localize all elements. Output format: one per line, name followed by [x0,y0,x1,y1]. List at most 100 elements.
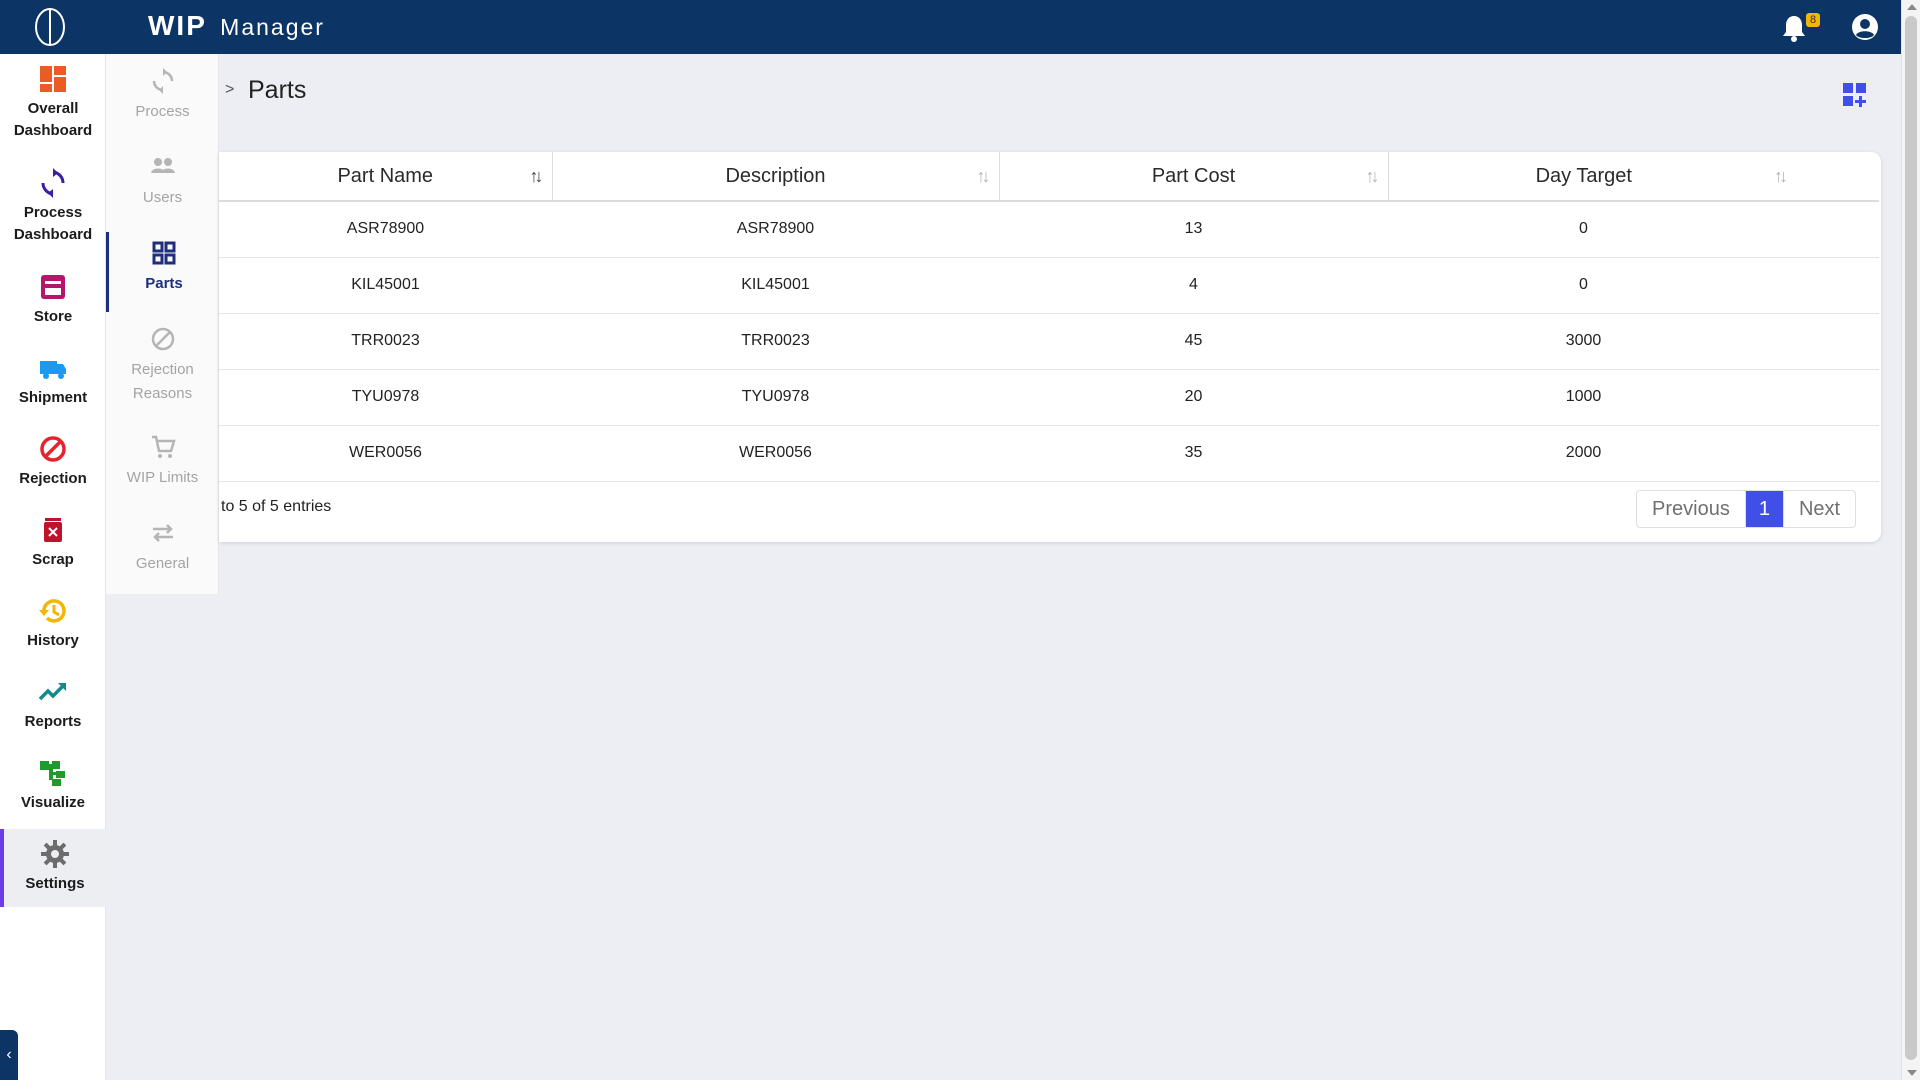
sidebar-item-visualize[interactable]: Visualize [0,758,106,814]
cell-part-cost: 35 [999,425,1388,482]
cell-description: TRR0023 [552,313,999,370]
sidebar-item-overall-dashboard[interactable]: Overall Dashboard [0,64,106,142]
sidebar-item-label: History [27,632,79,649]
column-header-description[interactable]: Description ↑↓ [552,152,1000,202]
sidebar-item-store[interactable]: Store [0,272,106,328]
scroll-up-arrow-icon[interactable] [1907,4,1917,10]
vertical-scrollbar[interactable] [1901,0,1920,1080]
block-icon [40,436,66,462]
column-header-part-name[interactable]: Part Name ↑↓ [219,152,553,202]
submenu-item-general[interactable]: General [106,520,219,576]
top-bar: WIP Manager 8 [0,0,1901,54]
tree-icon [40,761,65,786]
table-row[interactable]: TRR0023 TRR0023 45 3000 [219,313,1879,370]
page-title: Parts [248,76,307,104]
sort-icon[interactable]: ↑↓ [1366,166,1380,187]
sidebar-item-label: Visualize [21,794,85,811]
sidebar-item-history[interactable]: History [0,596,106,652]
main-sidebar: Overall Dashboard Process Dashboard Store … [0,54,106,1080]
store-icon [41,275,65,299]
sync-icon [152,68,173,94]
scrollbar-thumb[interactable] [1905,16,1917,1060]
user-account-icon[interactable] [1851,13,1879,41]
column-header-label: Part Name [337,164,434,187]
grid-icon [152,241,176,265]
submenu-item-wip-limits[interactable]: WIP Limits [106,434,219,490]
cell-day-target: 0 [1388,201,1879,258]
table-row[interactable]: WER0056 WER0056 35 2000 [219,425,1879,482]
cell-day-target: 1000 [1388,369,1879,426]
column-header-label: Part Cost [1151,164,1236,187]
cell-part-name: KIL45001 [219,257,552,314]
parts-table-card: Part Name ↑↓ Description ↑↓ Part Cost ↑↓… [219,152,1881,542]
add-part-icon[interactable] [1842,82,1868,108]
column-header-part-cost[interactable]: Part Cost ↑↓ [999,152,1389,202]
submenu-item-label: Parts [145,275,183,292]
sidebar-item-label: Overall Dashboard [13,100,93,139]
gear-icon [41,840,69,868]
table-row[interactable]: TYU0978 TYU0978 20 1000 [219,369,1879,426]
table-row[interactable]: ASR78900 ASR78900 13 0 [219,201,1879,258]
sidebar-item-settings[interactable]: Settings [0,829,106,907]
submenu-item-users[interactable]: Users [106,154,219,210]
sort-icon[interactable]: ↑↓ [1774,166,1788,187]
cell-part-cost: 45 [999,313,1388,370]
column-header-label: Description [725,164,826,187]
cell-day-target: 3000 [1388,313,1879,370]
submenu-item-label: Process [135,103,190,120]
cell-day-target: 0 [1388,257,1879,314]
cell-description: ASR78900 [552,201,999,258]
app-title-main: WIP [148,10,207,41]
submenu-item-label: Rejection Reasons [131,361,194,402]
block-icon [151,327,174,351]
dashboard-icon [40,66,66,92]
sort-icon[interactable]: ↑↓ [530,166,544,187]
cell-part-name: WER0056 [219,425,552,482]
sidebar-item-rejection[interactable]: Rejection [0,434,106,490]
sidebar-item-label: Rejection [19,470,87,487]
app-title: WIP Manager [148,10,325,42]
submenu-item-parts[interactable]: Parts [106,232,219,312]
sync-icon [41,168,65,198]
sidebar-item-label: Reports [24,713,82,730]
table-row[interactable]: KIL45001 KIL45001 4 0 [219,257,1879,314]
sidebar-item-scrap[interactable]: Scrap [0,515,106,571]
sidebar-item-label: Settings [25,875,85,892]
page-1-button[interactable]: 1 [1745,491,1783,527]
app-title-sub: Manager [220,14,325,40]
cell-part-cost: 4 [999,257,1388,314]
cell-day-target: 2000 [1388,425,1879,482]
sort-icon[interactable]: ↑↓ [977,166,991,187]
submenu-item-process[interactable]: Process [106,68,219,124]
column-header-day-target[interactable]: Day Target ↑↓ [1388,152,1879,202]
sidebar-item-label: Shipment [18,389,88,406]
table-info: to 5 of 5 entries [221,498,332,515]
cell-part-name: ASR78900 [219,201,552,258]
pagination: Previous 1 Next [1636,490,1857,528]
previous-page-button[interactable]: Previous [1637,491,1746,527]
truck-icon [40,361,66,379]
scroll-down-arrow-icon[interactable] [1907,1070,1917,1076]
sidebar-item-label: Scrap [32,551,74,568]
cell-part-cost: 20 [999,369,1388,426]
submenu-item-rejection-reasons[interactable]: Rejection Reasons [106,326,219,406]
cell-part-cost: 13 [999,201,1388,258]
sidebar-item-process-dashboard[interactable]: Process Dashboard [0,168,106,246]
cell-description: WER0056 [552,425,999,482]
sidebar-item-reports[interactable]: Reports [0,677,106,733]
parts-table: Part Name ↑↓ Description ↑↓ Part Cost ↑↓… [219,152,1879,482]
chevron-left-icon: ‹ [6,1046,12,1063]
column-header-label: Day Target [1535,164,1632,187]
history-icon [39,599,66,623]
settings-submenu: Process Users Parts Rejection Reasons WIP… [106,54,219,594]
sidebar-item-shipment[interactable]: Shipment [0,353,106,409]
bell-icon[interactable] [1781,14,1807,42]
collapse-sidebar-button[interactable]: ‹ [0,1030,18,1080]
next-page-button[interactable]: Next [1782,491,1855,527]
cell-description: KIL45001 [552,257,999,314]
users-icon [150,158,175,173]
table-header-row: Part Name ↑↓ Description ↑↓ Part Cost ↑↓… [219,152,1879,202]
breadcrumb-separator: > [225,81,235,98]
trash-icon [44,518,62,542]
cell-description: TYU0978 [552,369,999,426]
